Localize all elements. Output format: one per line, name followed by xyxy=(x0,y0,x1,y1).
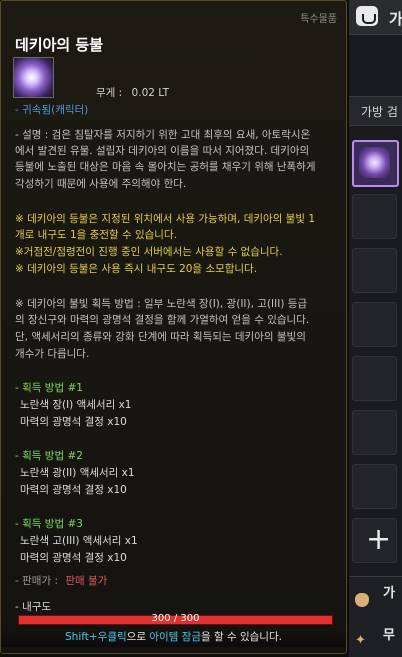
weight-value: 0.02 LT xyxy=(131,87,170,99)
item-title: 데키아의 등불 xyxy=(15,36,104,54)
item-tooltip: 특수물품 데키아의 등불 무게 : 0.02 LT - 귀속됨(캐릭터) - 설… xyxy=(0,0,347,654)
add-slot-button[interactable]: + xyxy=(352,518,397,563)
inventory-title: 가 xyxy=(389,10,402,28)
item-category-badge: 특수물품 xyxy=(300,14,337,25)
note-line: ※ 데키아의 등불은 사용 즉시 내구도 20을 소모합니다. xyxy=(15,263,258,275)
durability-value: 300 / 300 xyxy=(151,613,200,624)
weight-label: 무게 : xyxy=(96,87,123,99)
acquire-method-header: - 획득 방법 #2 xyxy=(15,450,83,462)
inventory-slot-selected[interactable] xyxy=(352,140,399,187)
acquire-method-item: 마력의 광명석 결정 x10 xyxy=(20,552,127,564)
acquire-info-line: 의 장신구와 마력의 광명석 결정을 함께 가열하여 얻을 수 있습니다. xyxy=(15,314,310,326)
acquire-method-item: 노란색 고(III) 액세서리 x1 xyxy=(20,535,138,547)
inventory-footer: 가 ✦ 무 xyxy=(349,576,402,657)
inventory-window: 가 가방 검 + 가 ✦ 무 xyxy=(349,0,402,657)
acquire-method-item: 노란색 장(I) 액세서리 x1 xyxy=(20,399,132,411)
inventory-slot[interactable] xyxy=(352,464,397,509)
inventory-slot[interactable] xyxy=(352,194,397,239)
description-line: - 설명 : 검은 침탈자를 저지하기 위한 고대 최후의 요새, 아토락시온 xyxy=(15,129,311,141)
note-line: ※ 데키아의 등불은 지정된 위치에서 사용 가능하며, 데키아의 불빛 1 xyxy=(15,213,316,225)
inventory-slot[interactable] xyxy=(352,248,397,293)
item-lock-hint: Shift+우클릭으로 아이템 잠금을 할 수 있습니다. xyxy=(1,629,346,647)
lantern-orb-icon xyxy=(359,147,390,178)
acquire-info-line: 단, 액세서리의 종류와 강화 단계에 따라 획득되는 데키아의 불빛의 xyxy=(15,331,306,343)
inventory-slot[interactable] xyxy=(352,410,397,455)
sell-price-label: - 판매가 : xyxy=(15,575,58,587)
sell-price-value: 판매 불가 xyxy=(65,575,108,587)
acquire-method-item: 마력의 광명석 결정 x10 xyxy=(20,416,127,428)
acquire-info-line: 개수가 다릅니다. xyxy=(15,348,90,360)
description-line: 등불에 노출된 대상은 마음 속 몰아치는 공허를 채우기 위해 난폭하게 xyxy=(15,161,316,173)
hint-key: Shift+우클릭 xyxy=(65,631,127,643)
inventory-slot[interactable] xyxy=(352,356,397,401)
hint-text-end: 을 할 수 있습니다. xyxy=(200,631,282,643)
plus-icon: + xyxy=(366,522,392,557)
description-line: 각성하기 때문에 사용에 주의해야 한다. xyxy=(15,178,187,190)
bag-logo-icon xyxy=(356,6,378,26)
acquire-method-header: - 획득 방법 #3 xyxy=(15,518,83,530)
inventory-tab-bar: 가방 검 xyxy=(349,96,402,126)
acquire-method-item: 노란색 광(II) 액세서리 x1 xyxy=(20,467,135,479)
acquire-method-header: - 획득 방법 #1 xyxy=(15,382,83,394)
durability-label: - 내구도 xyxy=(15,601,52,613)
sell-price: - 판매가 : 판매 불가 xyxy=(15,574,107,588)
inventory-footer-label-2: 무 xyxy=(383,628,395,643)
inventory-header: 가 xyxy=(349,0,402,35)
hint-action: 아이템 잠금 xyxy=(149,631,201,643)
item-weight: 무게 : 0.02 LT xyxy=(96,85,169,100)
acquire-info-line: ※ 데키아의 불빛 획득 방법 : 일부 노란색 장(I), 광(II), 고(… xyxy=(15,298,308,310)
hint-text: 으로 xyxy=(126,631,150,643)
durability-bar: 300 / 300 xyxy=(18,613,333,625)
bound-status: - 귀속됨(캐릭터) xyxy=(15,104,89,116)
tab-bag-search[interactable]: 가방 검 xyxy=(361,103,398,120)
weight-icon: ✦ xyxy=(355,633,366,648)
note-line: ※거점전/점령전이 진행 중인 서버에서는 사용할 수 없습니다. xyxy=(15,246,283,258)
money-bag-icon xyxy=(355,593,369,607)
inventory-slot[interactable] xyxy=(352,302,397,347)
note-line: 개로 내구도 1을 충전할 수 있습니다. xyxy=(15,229,177,241)
inventory-footer-label-1: 가 xyxy=(383,586,395,601)
acquire-method-item: 마력의 광명석 결정 x10 xyxy=(20,484,127,496)
lantern-orb-icon xyxy=(13,57,54,98)
description-line: 에서 발견된 유물. 설립자 데키아의 이름을 따서 지어졌다. 데키아의 xyxy=(15,145,310,157)
